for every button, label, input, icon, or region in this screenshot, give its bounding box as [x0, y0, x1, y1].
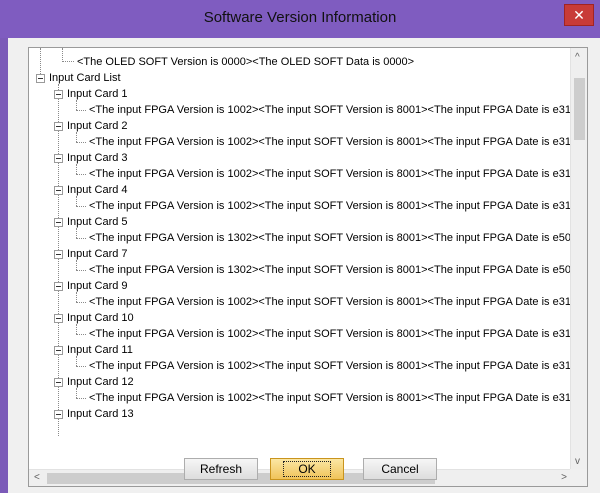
- refresh-button[interactable]: Refresh: [184, 458, 258, 480]
- input-card-version-detail: <The input FPGA Version is 1002><The inp…: [89, 296, 584, 308]
- tree-connector: [76, 238, 86, 239]
- collapse-toggle-icon[interactable]: [54, 250, 63, 259]
- input-card-version-detail: <The input FPGA Version is 1002><The inp…: [89, 136, 584, 148]
- tree-guide-line: [62, 48, 63, 62]
- tree-connector: [76, 142, 86, 143]
- tree-guide-line: [76, 324, 77, 334]
- tree-guide-line: [76, 388, 77, 398]
- tree-guide-line: [76, 196, 77, 206]
- tree-guide-line: [76, 132, 77, 142]
- tree-guide-line: [40, 48, 41, 76]
- tree-guide-line: [76, 100, 77, 110]
- ok-button[interactable]: OK: [270, 458, 344, 480]
- ok-button-label: OK: [283, 461, 331, 477]
- scroll-right-icon[interactable]: >: [561, 472, 567, 483]
- input-card-list-node: Input Card List: [49, 72, 121, 84]
- tree-guide-line: [76, 164, 77, 174]
- input-card-version-detail: <The input FPGA Version is 1002><The inp…: [89, 360, 584, 372]
- collapse-toggle-icon[interactable]: [54, 90, 63, 99]
- scroll-down-icon[interactable]: v: [575, 456, 580, 467]
- tree-guide-line: [76, 260, 77, 270]
- input-card-version-detail: <The input FPGA Version is 1002><The inp…: [89, 328, 584, 340]
- tree-connector: [76, 206, 86, 207]
- tree-guide-line: [76, 228, 77, 238]
- tree-connector: [76, 398, 86, 399]
- scroll-left-icon[interactable]: <: [34, 472, 40, 483]
- version-tree[interactable]: <The OLED SOFT Version is 0000><The OLED…: [28, 47, 588, 487]
- collapse-toggle-icon[interactable]: [54, 346, 63, 355]
- scroll-up-icon[interactable]: ^: [575, 52, 580, 63]
- collapse-toggle-icon[interactable]: [54, 122, 63, 131]
- tree-guide-line: [76, 356, 77, 366]
- close-button[interactable]: ✕: [564, 4, 594, 26]
- window-title: Software Version Information: [203, 9, 397, 26]
- tree-connector: [76, 110, 86, 111]
- collapse-toggle-icon[interactable]: [54, 282, 63, 291]
- vertical-scroll-thumb[interactable]: [574, 78, 585, 140]
- input-card-version-detail: <The input FPGA Version is 1302><The inp…: [89, 264, 584, 276]
- vertical-scrollbar[interactable]: ^ v: [570, 48, 587, 471]
- collapse-toggle-icon[interactable]: [36, 74, 45, 83]
- collapse-toggle-icon[interactable]: [54, 314, 63, 323]
- input-card-version-detail: <The input FPGA Version is 1002><The inp…: [89, 200, 584, 212]
- tree-connector: [76, 302, 86, 303]
- collapse-toggle-icon[interactable]: [54, 186, 63, 195]
- tree-connector: [76, 334, 86, 335]
- input-card-version-detail: <The input FPGA Version is 1002><The inp…: [89, 168, 584, 180]
- dialog-window: Software Version Information ✕ <The OLED…: [0, 0, 600, 493]
- input-card-version-detail: <The input FPGA Version is 1002><The inp…: [89, 104, 584, 116]
- tree-connector: [76, 366, 86, 367]
- collapse-toggle-icon[interactable]: [54, 378, 63, 387]
- scrollbar-corner: [570, 469, 587, 486]
- tree-guide-line: [76, 292, 77, 302]
- tree-connector: [76, 270, 86, 271]
- collapse-toggle-icon[interactable]: [54, 410, 63, 419]
- oled-version-item: <The OLED SOFT Version is 0000><The OLED…: [77, 56, 415, 68]
- input-card-version-detail: <The input FPGA Version is 1002><The inp…: [89, 392, 584, 404]
- tree-connector: [76, 174, 86, 175]
- dialog-body: <The OLED SOFT Version is 0000><The OLED…: [8, 38, 600, 493]
- collapse-toggle-icon[interactable]: [54, 218, 63, 227]
- input-card-node[interactable]: Input Card 13: [67, 406, 134, 422]
- collapse-toggle-icon[interactable]: [54, 154, 63, 163]
- cancel-button[interactable]: Cancel: [363, 458, 437, 480]
- tree-connector: [62, 61, 74, 62]
- title-bar[interactable]: Software Version Information ✕: [0, 0, 600, 38]
- input-card-version-detail: <The input FPGA Version is 1302><The inp…: [89, 232, 584, 244]
